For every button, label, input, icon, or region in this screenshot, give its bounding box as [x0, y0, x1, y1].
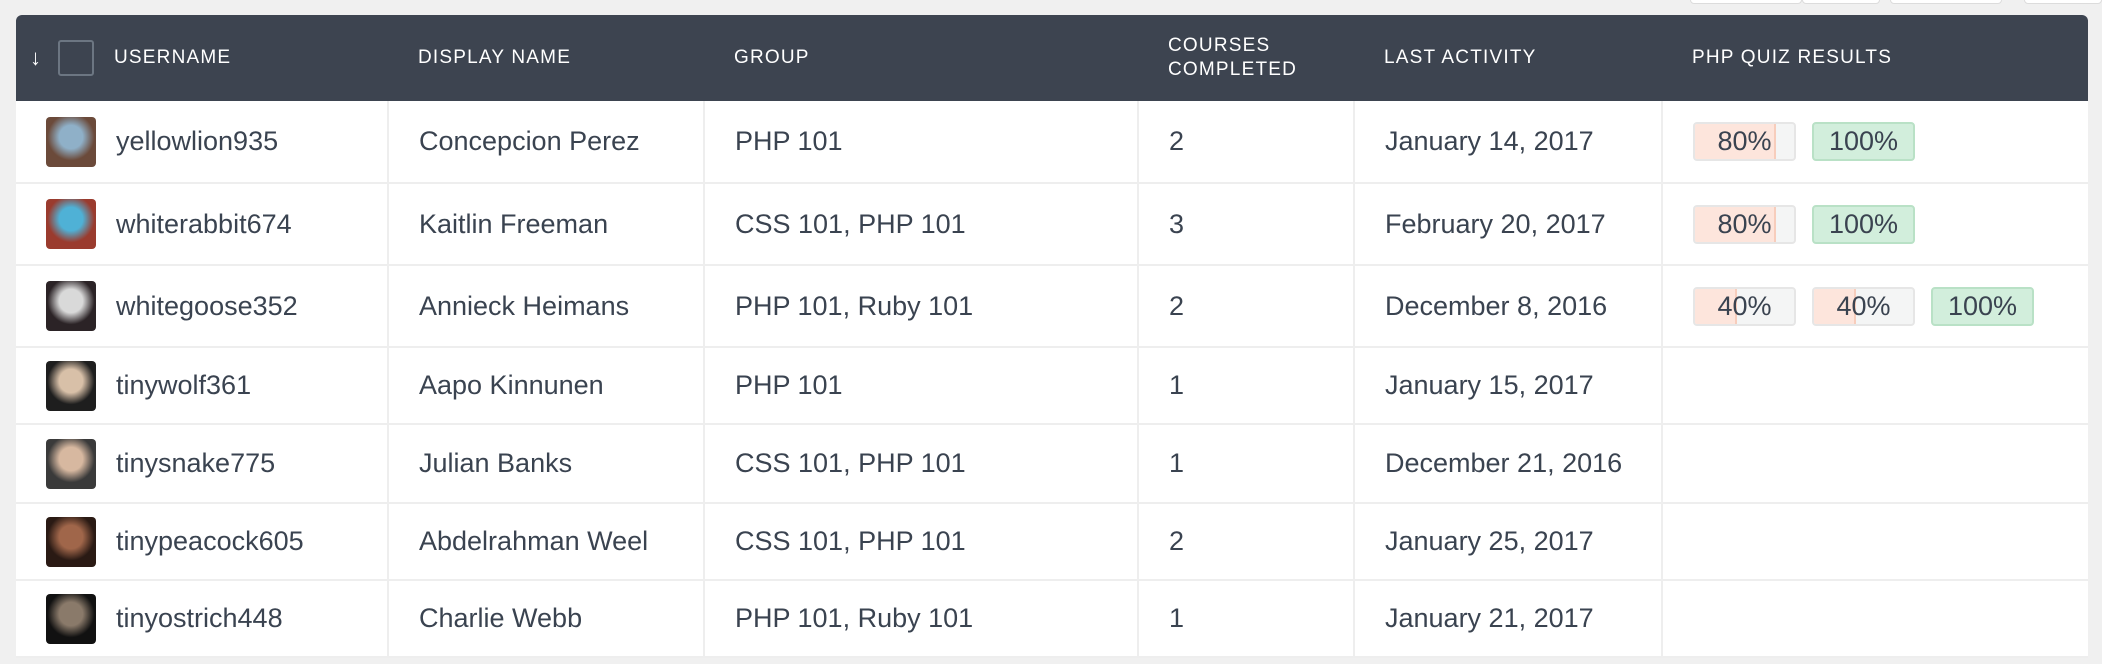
cell-username: tinysnake775 — [16, 424, 389, 503]
avatar[interactable] — [46, 281, 96, 331]
cell-group: CSS 101, PHP 101 — [704, 424, 1139, 503]
cell-quiz-results — [1662, 424, 2088, 503]
avatar[interactable] — [46, 199, 96, 249]
cell-username: whiterabbit674 — [16, 183, 389, 265]
avatar[interactable] — [46, 438, 96, 489]
cell-last-activity: January 21, 2017 — [1354, 580, 1663, 657]
cell-last-activity: December 8, 2016 — [1354, 265, 1663, 347]
column-header-username[interactable]: ↓ USERNAME — [16, 15, 388, 101]
column-header-last-activity[interactable]: LAST ACTIVITY — [1354, 15, 1662, 101]
username-link[interactable]: yellowlion935 — [116, 126, 278, 157]
cell-group: PHP 101 — [704, 101, 1139, 183]
cell-quiz-results: 40% 40% 100% — [1662, 265, 2088, 347]
cell-username: tinywolf361 — [16, 347, 389, 424]
cell-courses-completed: 2 — [1138, 101, 1355, 183]
cell-quiz-results — [1662, 580, 2088, 657]
cell-group: CSS 101, PHP 101 — [704, 183, 1139, 265]
quiz-score-label: 40% — [1836, 290, 1891, 321]
cell-courses-completed: 1 — [1138, 424, 1355, 503]
cell-last-activity: December 21, 2016 — [1354, 424, 1663, 503]
cell-username: whitegoose352 — [16, 265, 389, 347]
cell-courses-completed: 1 — [1138, 580, 1355, 657]
avatar[interactable] — [46, 360, 96, 411]
cell-quiz-results: 80% 100% — [1662, 101, 2088, 183]
column-header-php-quiz-results[interactable]: PHP QUIZ RESULTS — [1662, 15, 2088, 101]
cell-group: PHP 101, Ruby 101 — [704, 580, 1139, 657]
table-row[interactable]: whiterabbit674 Kaitlin Freeman CSS 101, PH… — [16, 183, 2088, 265]
cell-display-name: Aapo Kinnunen — [388, 347, 705, 424]
username-link[interactable]: tinypeacock605 — [116, 526, 304, 557]
cell-display-name: Concepcion Perez — [388, 101, 705, 183]
quiz-result-badge[interactable]: 100% — [1812, 204, 1915, 244]
avatar[interactable] — [46, 593, 96, 644]
cell-last-activity: January 25, 2017 — [1354, 503, 1663, 580]
cell-username: tinypeacock605 — [16, 503, 389, 580]
cell-group: CSS 101, PHP 101 — [704, 503, 1139, 580]
cell-quiz-results — [1662, 347, 2088, 424]
quiz-score-label: 40% — [1717, 290, 1772, 321]
column-header-label: USERNAME — [114, 47, 232, 68]
cell-display-name: Julian Banks — [388, 424, 705, 503]
toolbar-button[interactable] — [1690, 0, 1802, 4]
table-row[interactable]: tinyostrich448 Charlie Webb PHP 101, Ruby … — [16, 580, 2088, 657]
sort-arrow-icon[interactable]: ↓ — [30, 46, 52, 70]
cell-courses-completed: 2 — [1138, 265, 1355, 347]
table-row[interactable]: whitegoose352 Annieck Heimans PHP 101, Rub… — [16, 265, 2088, 347]
cell-group: PHP 101, Ruby 101 — [704, 265, 1139, 347]
quiz-result-badge[interactable]: 100% — [1931, 286, 2034, 326]
table-header-row: ↓ USERNAME DISPLAY NAME GROUP COURSES CO… — [16, 15, 2088, 101]
users-table: ↓ USERNAME DISPLAY NAME GROUP COURSES CO… — [16, 15, 2088, 658]
cell-display-name: Annieck Heimans — [388, 265, 705, 347]
column-header-label: COURSES COMPLETED — [1168, 35, 1298, 80]
username-link[interactable]: whiterabbit674 — [116, 209, 292, 240]
username-link[interactable]: whitegoose352 — [116, 291, 298, 322]
username-link[interactable]: tinyostrich448 — [116, 603, 283, 634]
quiz-result-badge[interactable]: 100% — [1812, 122, 1915, 161]
avatar[interactable] — [46, 116, 96, 167]
cell-last-activity: January 15, 2017 — [1354, 347, 1663, 424]
table-row[interactable]: yellowlion935 Concepcion Perez PHP 101 2 Jan… — [16, 101, 2088, 183]
cell-display-name: Kaitlin Freeman — [388, 183, 705, 265]
cell-username: yellowlion935 — [16, 101, 389, 183]
cell-courses-completed: 2 — [1138, 503, 1355, 580]
cell-courses-completed: 1 — [1138, 347, 1355, 424]
quiz-result-badge[interactable]: 40% — [1812, 286, 1915, 326]
column-header-courses-completed[interactable]: COURSES COMPLETED — [1138, 15, 1354, 101]
cell-display-name: Charlie Webb — [388, 580, 705, 657]
cell-courses-completed: 3 — [1138, 183, 1355, 265]
quiz-result-badge[interactable]: 80% — [1693, 204, 1796, 244]
cell-group: PHP 101 — [704, 347, 1139, 424]
table-row[interactable]: tinypeacock605 Abdelrahman Weel CSS 101, P… — [16, 503, 2088, 580]
quiz-score-label: 80% — [1717, 208, 1772, 239]
username-link[interactable]: tinywolf361 — [116, 370, 251, 401]
cell-username: tinyostrich448 — [16, 580, 389, 657]
table-row[interactable]: tinysnake775 Julian Banks CSS 101, PHP 101… — [16, 424, 2088, 503]
table-row[interactable]: tinywolf361 Aapo Kinnunen PHP 101 1 January … — [16, 347, 2088, 424]
cell-quiz-results — [1662, 503, 2088, 580]
quiz-score-label: 100% — [1828, 126, 1899, 156]
avatar[interactable] — [46, 516, 96, 567]
quiz-score-label: 100% — [1947, 290, 2018, 321]
cell-display-name: Abdelrahman Weel — [388, 503, 705, 580]
column-header-group[interactable]: GROUP — [704, 15, 1138, 101]
column-header-display-name[interactable]: DISPLAY NAME — [388, 15, 704, 101]
toolbar-button[interactable] — [2024, 0, 2102, 4]
username-link[interactable]: tinysnake775 — [116, 448, 275, 479]
quiz-score-label: 100% — [1828, 208, 1899, 239]
cell-quiz-results: 80% 100% — [1662, 183, 2088, 265]
cell-last-activity: February 20, 2017 — [1354, 183, 1663, 265]
quiz-score-label: 80% — [1717, 126, 1772, 156]
select-all-checkbox[interactable] — [58, 40, 94, 76]
quiz-result-badge[interactable]: 40% — [1693, 286, 1796, 326]
quiz-result-badge[interactable]: 80% — [1693, 122, 1796, 161]
toolbar-button[interactable] — [1802, 0, 1880, 4]
cell-last-activity: January 14, 2017 — [1354, 101, 1663, 183]
toolbar-button[interactable] — [1890, 0, 2002, 4]
